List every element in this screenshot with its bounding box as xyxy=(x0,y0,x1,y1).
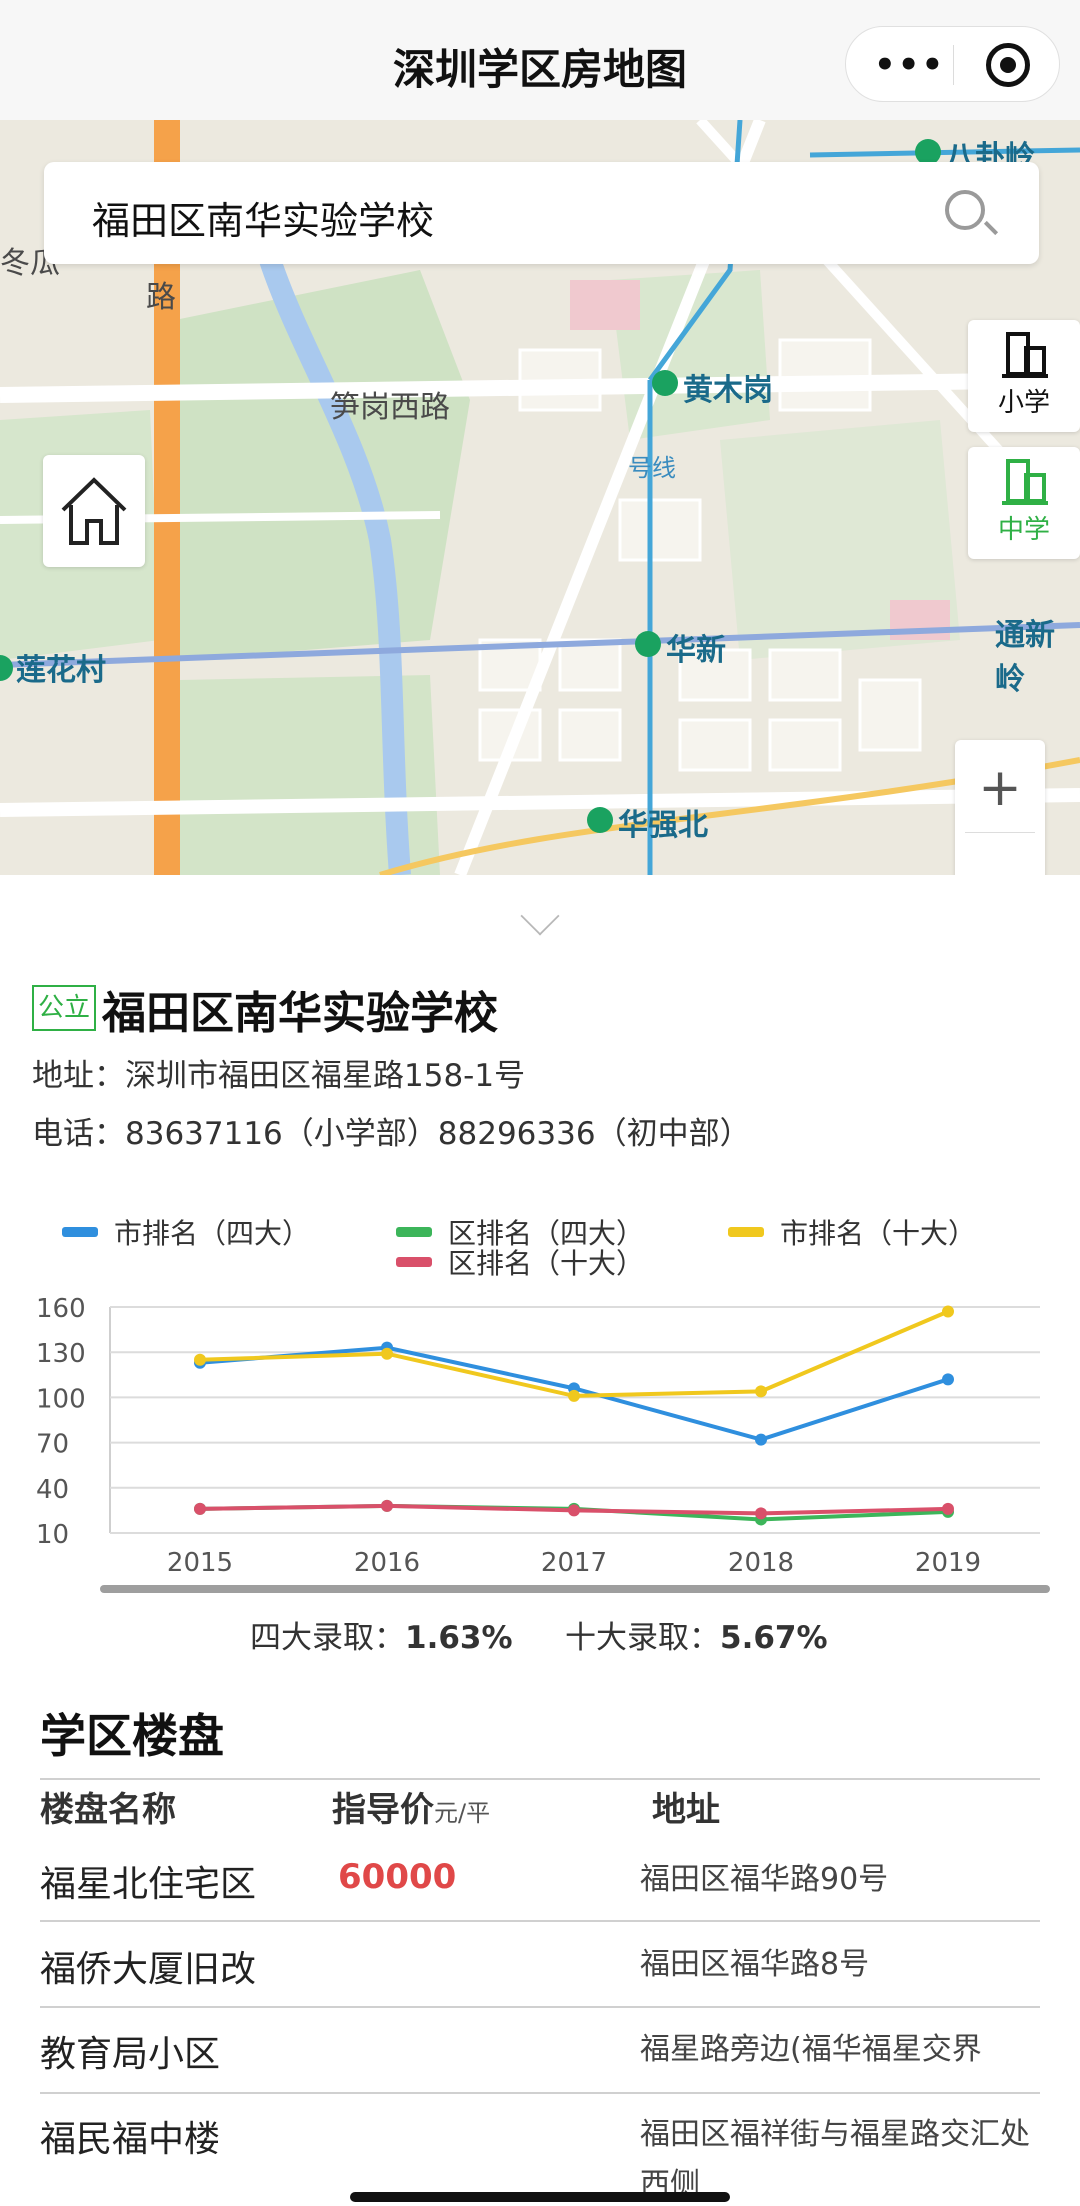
data-point xyxy=(568,1389,580,1402)
divider xyxy=(40,1778,1040,1780)
y-tick-label: 100 xyxy=(36,1384,86,1414)
data-point xyxy=(942,1305,954,1318)
data-point xyxy=(755,1507,767,1520)
search-input[interactable]: 福田区南华实验学校 xyxy=(92,190,434,245)
y-tick-label: 160 xyxy=(36,1294,86,1324)
four-admission-label: 四大录取： xyxy=(250,1620,405,1656)
school-name: 福田区南华实验学校 xyxy=(102,988,498,1039)
metro-line-label: 号线 xyxy=(628,454,676,482)
estate-address: 福田区福华路8号 xyxy=(640,1947,870,1982)
y-tick-label: 10 xyxy=(36,1520,69,1550)
col-header-price-label: 指导价 xyxy=(332,1790,434,1830)
x-tick-label: 2018 xyxy=(728,1548,794,1578)
middle-school-label: 中学 xyxy=(997,515,1050,545)
ten-admission-value: 5.67% xyxy=(720,1620,828,1656)
col-header-name: 楼盘名称 xyxy=(40,1790,176,1830)
ten-admission: 十大录取：5.67% xyxy=(565,1612,828,1657)
data-point xyxy=(755,1433,767,1446)
y-tick-label: 70 xyxy=(36,1430,69,1460)
station-label: 华强北 xyxy=(618,808,708,843)
estate-address: 福星路旁边(福华福星交界 xyxy=(640,2032,982,2067)
school-phone: 电话：83637116（小学部）88296336（初中部） xyxy=(32,1116,751,1152)
legend-label: 区排名（十大） xyxy=(448,1247,644,1280)
primary-school-filter[interactable]: 小学 xyxy=(968,320,1080,432)
four-admission: 四大录取：1.63% xyxy=(250,1612,513,1657)
data-point xyxy=(381,1499,393,1512)
estate-name: 福侨大厦旧改 xyxy=(40,1949,257,1990)
road-label: 笋岗西路 xyxy=(330,390,450,425)
station-label: 黄木岗 xyxy=(683,373,773,408)
search-icon[interactable] xyxy=(945,190,985,230)
chevron-down-icon[interactable] xyxy=(520,896,560,936)
four-admission-value: 1.63% xyxy=(405,1620,513,1656)
legend-swatch xyxy=(62,1227,98,1237)
data-point xyxy=(381,1347,393,1360)
building-icon xyxy=(1002,459,1048,505)
legend-swatch xyxy=(728,1227,764,1237)
zoom-in-button[interactable]: + xyxy=(955,758,1045,818)
station-label: 华新 xyxy=(666,633,726,668)
ranking-chart: 市排名（四大） 区排名（四大） 市排名（十大） 区排名（十大） 160 130 100 70 4… xyxy=(36,1217,1050,1593)
legend-swatch xyxy=(396,1257,432,1267)
zoom-divider xyxy=(965,832,1035,833)
zoom-control: + − xyxy=(955,740,1045,875)
data-point xyxy=(194,1502,206,1515)
row-divider xyxy=(40,2006,1040,2008)
row-divider xyxy=(40,2092,1040,2094)
station-label: 通新岭 xyxy=(995,618,1055,697)
capsule-divider xyxy=(953,45,954,85)
more-dots-icon[interactable]: ••• xyxy=(874,45,945,85)
estate-name: 福民福中楼 xyxy=(40,2119,221,2160)
station-label: 莲花村 xyxy=(16,653,106,688)
estate-name: 福星北住宅区 xyxy=(40,1864,257,1905)
price-unit: 元/平 xyxy=(434,1799,491,1827)
legend-label: 市排名（十大） xyxy=(780,1217,976,1250)
estate-price: 60000 xyxy=(338,1857,457,1897)
legend-swatch xyxy=(396,1227,432,1237)
data-point xyxy=(194,1353,206,1366)
data-point xyxy=(568,1504,580,1517)
public-school-badge: 公立 xyxy=(32,985,97,1031)
scroll-bar xyxy=(100,1585,1050,1593)
target-icon[interactable] xyxy=(986,43,1030,87)
mini-program-capsule: ••• xyxy=(845,26,1060,102)
x-tick-label: 2016 xyxy=(354,1548,420,1578)
road-label: 路 xyxy=(146,280,176,315)
col-header-price: 指导价元/平 xyxy=(332,1782,490,1831)
ten-admission-label: 十大录取： xyxy=(565,1620,720,1656)
estate-address: 福田区福华路90号 xyxy=(640,1862,889,1897)
x-tick-label: 2017 xyxy=(541,1548,607,1578)
data-point xyxy=(942,1373,954,1386)
col-header-address: 地址 xyxy=(652,1790,720,1830)
data-point xyxy=(755,1385,767,1398)
data-point xyxy=(942,1502,954,1515)
section-title: 学区楼盘 xyxy=(40,1709,224,1763)
home-indicator xyxy=(350,2192,730,2202)
middle-school-filter[interactable]: 中学 xyxy=(968,447,1080,559)
estate-name: 教育局小区 xyxy=(40,2034,221,2075)
y-tick-label: 40 xyxy=(36,1475,69,1505)
nav-bar: 深圳学区房地图 ••• xyxy=(0,0,1080,120)
zoom-out-button[interactable]: − xyxy=(955,848,1045,875)
building-icon xyxy=(1002,332,1048,378)
school-address: 地址：深圳市福田区福星路158-1号 xyxy=(32,1058,526,1094)
primary-school-label: 小学 xyxy=(997,388,1050,418)
x-tick-label: 2015 xyxy=(167,1548,233,1578)
home-button[interactable] xyxy=(43,455,145,567)
row-divider xyxy=(40,1920,1040,1922)
legend-label: 市排名（四大） xyxy=(114,1217,310,1250)
search-bar[interactable]: 福田区南华实验学校 xyxy=(44,162,1039,264)
legend-label: 区排名（四大） xyxy=(448,1217,644,1250)
x-tick-label: 2019 xyxy=(915,1548,981,1578)
y-tick-label: 130 xyxy=(36,1339,86,1369)
home-icon xyxy=(61,477,127,545)
